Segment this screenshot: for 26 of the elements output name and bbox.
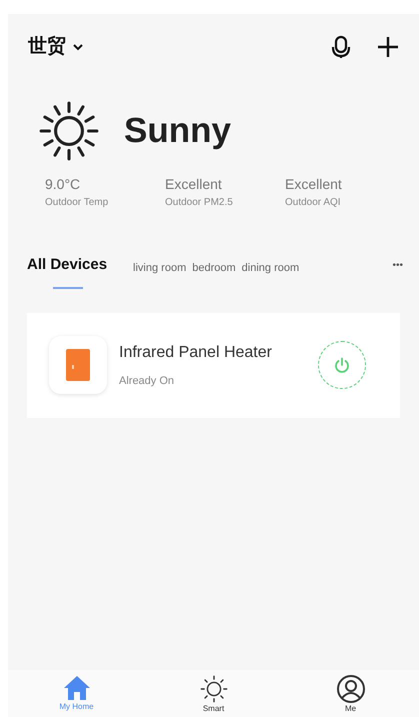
device-card[interactable]: Infrared Panel Heater Already On	[27, 312, 400, 418]
stat-value: Excellent	[165, 175, 223, 194]
stat-label: Outdoor Temp	[45, 196, 110, 210]
chevron-down-icon	[72, 43, 84, 51]
home-selector[interactable]: 世贸	[28, 32, 84, 62]
stat-value: 9.0°C	[45, 175, 82, 194]
weather-condition: Sunny	[124, 110, 231, 152]
device-name: Infrared Panel Heater	[119, 342, 273, 363]
device-status: Already On	[119, 374, 176, 389]
stat-label: Outdoor AQI	[285, 196, 342, 210]
nav-tab[interactable]: Smart	[145, 670, 282, 717]
plus-icon[interactable]	[377, 36, 399, 58]
heater-icon	[66, 349, 90, 381]
microphone-icon[interactable]	[331, 35, 351, 59]
home-icon	[62, 674, 92, 702]
room-tab[interactable]: living room	[133, 260, 186, 276]
sun-icon	[198, 674, 228, 704]
stat-label: Outdoor PM2.5	[165, 196, 234, 210]
power-icon	[334, 357, 350, 373]
user-icon	[336, 674, 366, 704]
room-tab[interactable]: dining room	[242, 260, 300, 276]
more-button[interactable]: •••	[392, 258, 403, 273]
nav-tab[interactable]: Me	[282, 670, 419, 717]
room-tab[interactable]: bedroom	[192, 260, 236, 276]
stat-value: Excellent	[285, 175, 343, 194]
room-tab[interactable]: All Devices	[27, 254, 108, 276]
